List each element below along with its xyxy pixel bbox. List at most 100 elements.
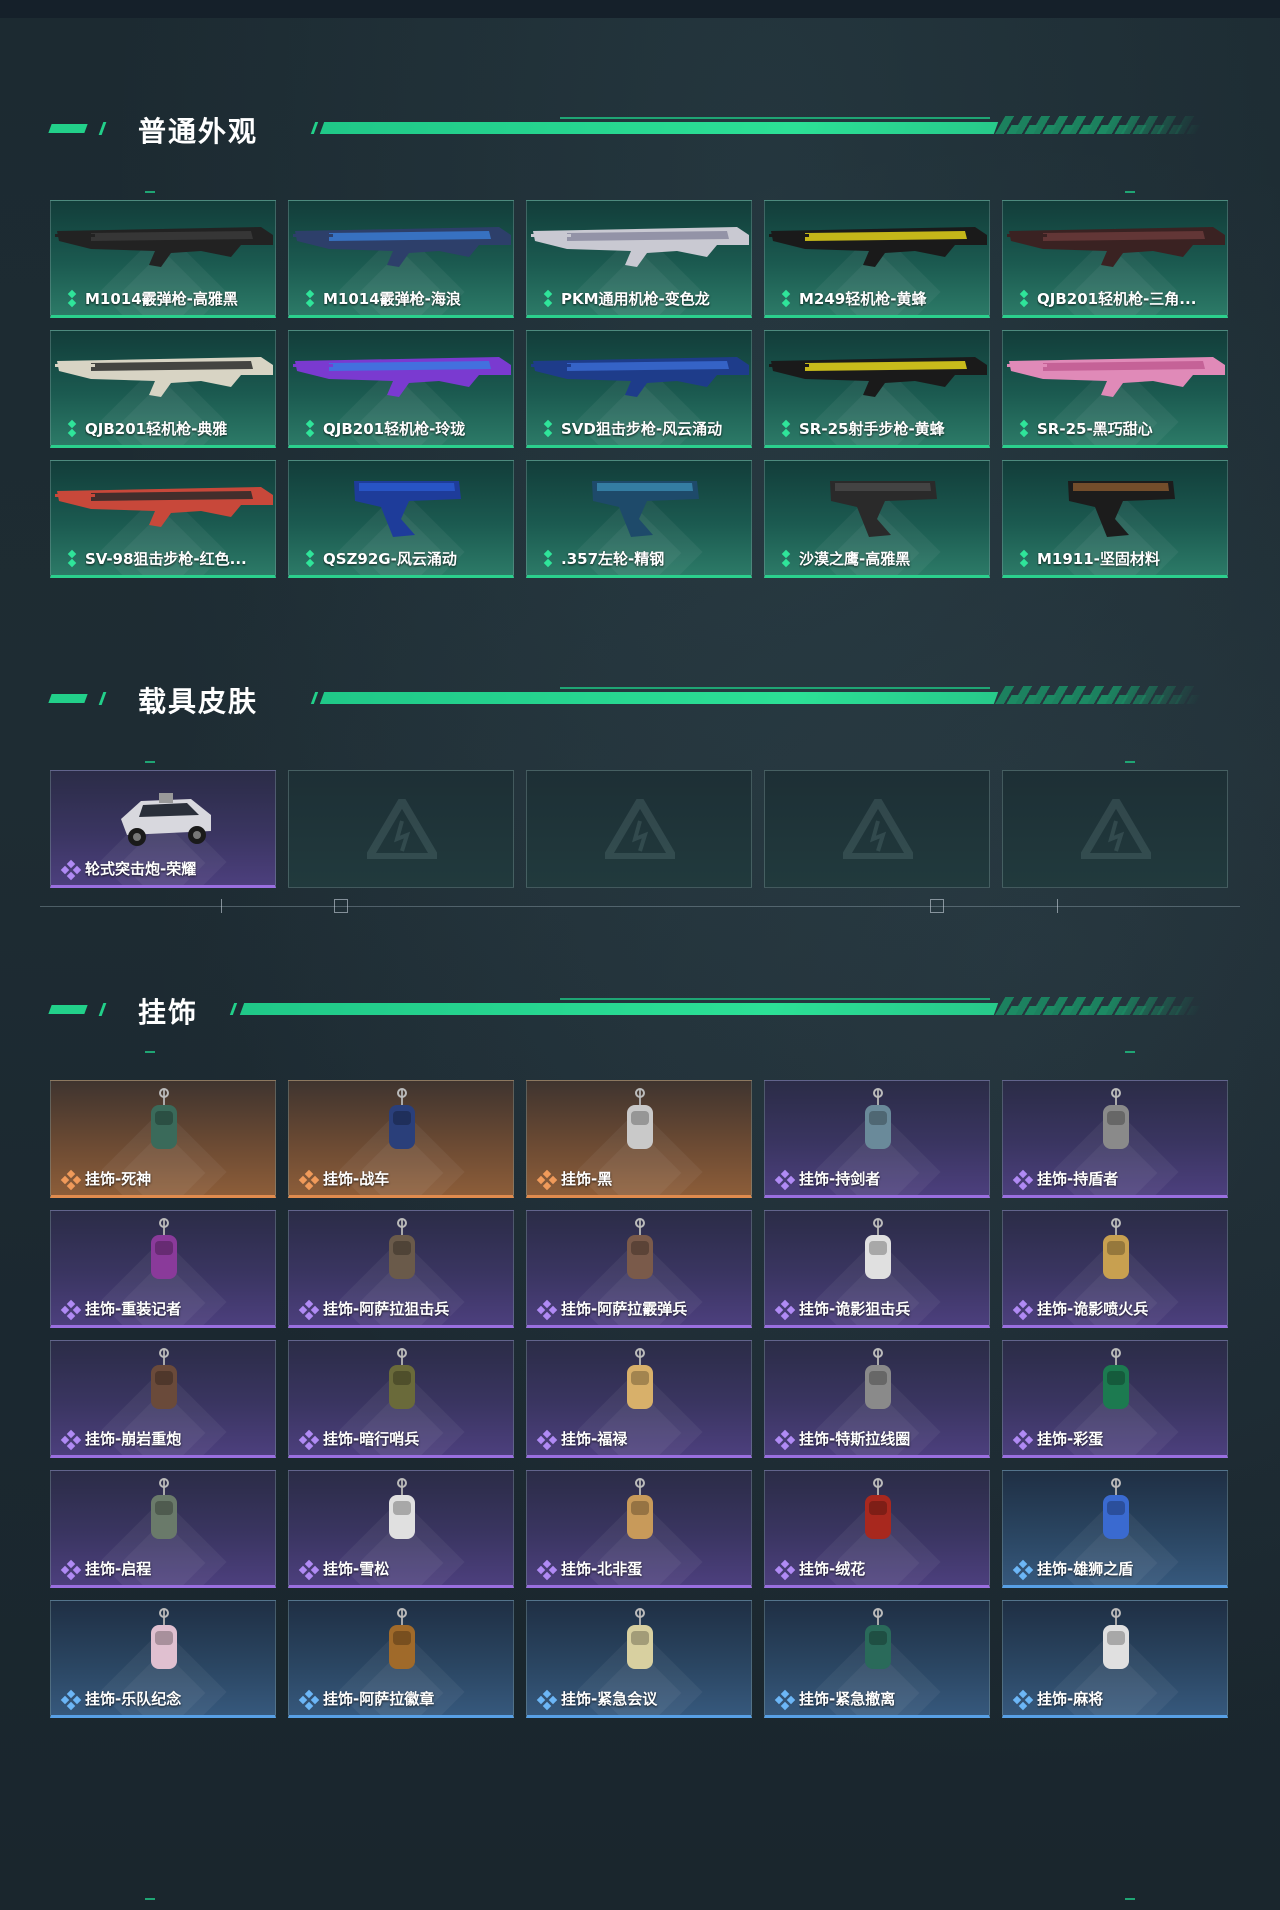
- item-card[interactable]: 挂饰-阿萨拉徽章: [288, 1600, 514, 1718]
- item-card[interactable]: 挂饰-持剑者: [764, 1080, 990, 1198]
- item-card[interactable]: 挂饰-重装记者: [50, 1210, 276, 1328]
- item-name: SR-25-黑巧甜心: [1037, 420, 1153, 438]
- header-dash: [229, 1003, 238, 1015]
- item-card[interactable]: 挂饰-乐队纪念: [50, 1600, 276, 1718]
- weapon-image: [55, 487, 273, 527]
- item-name: 挂饰-麻将: [1037, 1690, 1104, 1708]
- header-dash: [48, 124, 88, 133]
- corner-tick: [145, 1898, 155, 1900]
- item-card[interactable]: SR-25射手步枪-黄蜂: [764, 330, 990, 448]
- item-card[interactable]: 挂饰-雪松: [288, 1470, 514, 1588]
- item-card[interactable]: 挂饰-雄狮之盾: [1002, 1470, 1228, 1588]
- item-card[interactable]: 挂饰-死神: [50, 1080, 276, 1198]
- rarity-icon: [60, 859, 82, 881]
- weapon-image: [1007, 227, 1225, 267]
- pendant-image: [865, 1608, 891, 1669]
- pendant-image: [627, 1348, 653, 1409]
- header-checker: [997, 695, 1203, 704]
- empty-slot: [288, 770, 514, 888]
- item-card[interactable]: 挂饰-战车: [288, 1080, 514, 1198]
- item-name: 挂饰-持剑者: [799, 1170, 881, 1188]
- rarity-icon: [1017, 419, 1031, 438]
- item-card[interactable]: 挂饰-阿萨拉狙击兵: [288, 1210, 514, 1328]
- item-name: 挂饰-暗行哨兵: [323, 1430, 420, 1448]
- item-card[interactable]: QJB201轻机枪-三角...: [1002, 200, 1228, 318]
- item-card[interactable]: 挂饰-麻将: [1002, 1600, 1228, 1718]
- item-card[interactable]: 挂饰-绒花: [764, 1470, 990, 1588]
- item-card[interactable]: 挂饰-黑: [526, 1080, 752, 1198]
- item-card[interactable]: 沙漠之鹰-高雅黑: [764, 460, 990, 578]
- item-card[interactable]: M249轻机枪-黄蜂: [764, 200, 990, 318]
- pendant-image: [1103, 1218, 1129, 1279]
- header-bar: [319, 122, 999, 134]
- item-card[interactable]: SVD狙击步枪-风云涌动: [526, 330, 752, 448]
- divider-line: [40, 906, 1240, 907]
- item-card[interactable]: 挂饰-启程: [50, 1470, 276, 1588]
- rarity-icon: [1012, 1169, 1034, 1191]
- item-card[interactable]: M1014霰弹枪-高雅黑: [50, 200, 276, 318]
- item-card[interactable]: 挂饰-诡影狙击兵: [764, 1210, 990, 1328]
- item-name: 挂饰-崩岩重炮: [85, 1430, 182, 1448]
- weapon-image: [769, 227, 987, 267]
- weapon-image: [293, 357, 511, 397]
- rarity-icon: [541, 419, 555, 438]
- item-card[interactable]: 轮式突击炮-荣耀: [50, 770, 276, 888]
- item-card[interactable]: QJB201轻机枪-玲珑: [288, 330, 514, 448]
- corner-tick: [145, 1051, 155, 1053]
- item-card[interactable]: 挂饰-暗行哨兵: [288, 1340, 514, 1458]
- header-dash: [48, 694, 88, 703]
- pendant-image: [151, 1218, 177, 1279]
- rarity-icon: [65, 289, 79, 308]
- rarity-icon: [298, 1429, 320, 1451]
- item-card[interactable]: 挂饰-福禄: [526, 1340, 752, 1458]
- item-card[interactable]: 挂饰-特斯拉线圈: [764, 1340, 990, 1458]
- item-card[interactable]: 挂饰-持盾者: [1002, 1080, 1228, 1198]
- corner-tick: [1125, 1051, 1135, 1053]
- item-name: QJB201轻机枪-三角...: [1037, 290, 1197, 308]
- pendant-image: [1103, 1478, 1129, 1539]
- corner-tick: [1125, 761, 1135, 763]
- rarity-icon: [774, 1169, 796, 1191]
- item-card[interactable]: 挂饰-诡影喷火兵: [1002, 1210, 1228, 1328]
- item-card[interactable]: 挂饰-阿萨拉霰弹兵: [526, 1210, 752, 1328]
- item-card[interactable]: SR-25-黑巧甜心: [1002, 330, 1228, 448]
- rarity-icon: [536, 1429, 558, 1451]
- item-card[interactable]: QSZ92G-风云涌动: [288, 460, 514, 578]
- item-card[interactable]: 挂饰-北非蛋: [526, 1470, 752, 1588]
- item-name: M1911-坚固材料: [1037, 550, 1160, 568]
- item-card[interactable]: SV-98狙击步枪-红色...: [50, 460, 276, 578]
- item-name: 挂饰-阿萨拉徽章: [323, 1690, 435, 1708]
- pendant-image: [865, 1218, 891, 1279]
- item-card[interactable]: M1014霰弹枪-海浪: [288, 200, 514, 318]
- rarity-icon: [1012, 1689, 1034, 1711]
- item-card[interactable]: M1911-坚固材料: [1002, 460, 1228, 578]
- header-bar: [239, 1003, 999, 1015]
- section-title: 载具皮肤: [138, 685, 259, 718]
- corner-tick: [145, 191, 155, 193]
- weapon-skin-grid: M1014霰弹枪-高雅黑 M1014霰弹枪-海浪 PKM通用机枪-变色龙 M24…: [50, 200, 1230, 578]
- section-title: 挂饰: [138, 996, 199, 1029]
- item-card[interactable]: .357左轮-精钢: [526, 460, 752, 578]
- header-dash: [98, 122, 107, 135]
- pendant-image: [389, 1478, 415, 1539]
- section-title: 普通外观: [138, 115, 259, 148]
- top-strip: [0, 0, 1280, 18]
- item-name: M1014霰弹枪-高雅黑: [85, 290, 238, 308]
- weapon-image: [1068, 481, 1175, 537]
- pendant-image: [389, 1218, 415, 1279]
- item-name: SVD狙击步枪-风云涌动: [561, 420, 723, 438]
- item-name: 挂饰-绒花: [799, 1560, 866, 1578]
- item-card[interactable]: QJB201轻机枪-典雅: [50, 330, 276, 448]
- item-card[interactable]: 挂饰-彩蛋: [1002, 1340, 1228, 1458]
- item-card[interactable]: 挂饰-紧急会议: [526, 1600, 752, 1718]
- weapon-image: [531, 357, 749, 397]
- item-name: 挂饰-死神: [85, 1170, 152, 1188]
- section-header-vehicle: 载具皮肤: [0, 668, 1280, 728]
- rarity-icon: [65, 419, 79, 438]
- pendant-image: [151, 1478, 177, 1539]
- item-card[interactable]: 挂饰-崩岩重炮: [50, 1340, 276, 1458]
- item-card[interactable]: 挂饰-紧急撤离: [764, 1600, 990, 1718]
- pendant-image: [865, 1348, 891, 1409]
- item-card[interactable]: PKM通用机枪-变色龙: [526, 200, 752, 318]
- item-name: 挂饰-福禄: [561, 1430, 628, 1448]
